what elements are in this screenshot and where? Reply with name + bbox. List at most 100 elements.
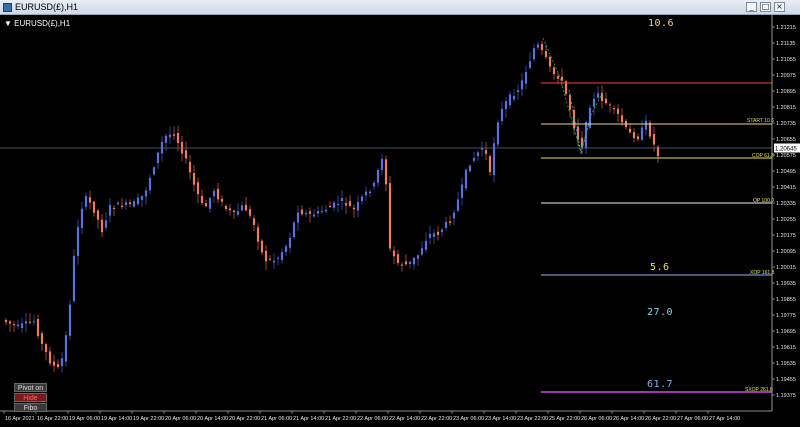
candle-body	[612, 108, 616, 110]
candle-body	[148, 177, 152, 191]
candle-body	[352, 207, 356, 210]
candle-body	[204, 203, 208, 207]
candle-body	[12, 324, 16, 326]
candle-body	[124, 202, 128, 205]
candlestick-series	[4, 40, 660, 373]
candle-body	[640, 127, 644, 140]
price-axis-label: 1.20175	[776, 233, 796, 239]
mid-value: 27.0	[647, 307, 674, 318]
candle-body	[320, 211, 324, 213]
candle-body	[448, 221, 452, 223]
candle-body	[232, 210, 236, 213]
sxop-level-label: SXOP 261.8	[745, 387, 773, 393]
candle-body	[408, 261, 412, 264]
time-axis-label: 27 Apr 06:00	[677, 416, 708, 422]
price-axis-label: 1.20895	[776, 89, 796, 95]
time-axis-label: 20 Apr 06:00	[165, 416, 196, 422]
window-title: EURUSD(£),H1	[15, 2, 79, 12]
price-axis-label: 1.20015	[776, 265, 796, 271]
candle-body	[512, 95, 516, 100]
fib-top-value: 10.6	[648, 18, 675, 29]
time-axis-label: 16 Apr 2021	[5, 416, 35, 422]
candle-body	[116, 202, 120, 205]
price-axis-label: 1.21055	[776, 57, 796, 63]
fibo-button[interactable]: Fibo	[14, 403, 47, 412]
candle-body	[288, 237, 292, 248]
price-axis-label: 1.20335	[776, 201, 796, 207]
candle-body	[400, 264, 404, 266]
candle-body	[348, 201, 352, 206]
candle-body	[488, 156, 492, 173]
candle-body	[272, 260, 276, 263]
hide-button[interactable]: Hide	[14, 393, 47, 402]
maximize-button[interactable]: □	[760, 2, 771, 12]
candle-body	[268, 258, 272, 260]
time-axis-label: 22 Apr 06:00	[357, 416, 388, 422]
candle-body	[128, 202, 132, 205]
candle-body	[296, 212, 300, 223]
candle-body	[216, 188, 220, 200]
candle-body	[616, 108, 620, 114]
candle-body	[464, 169, 468, 189]
candle-body	[460, 184, 464, 198]
candle-body	[452, 212, 456, 219]
candle-body	[144, 190, 148, 197]
candle-body	[364, 191, 368, 196]
minimize-button[interactable]: _	[746, 2, 757, 12]
candle-body	[540, 43, 544, 51]
candle-body	[644, 120, 648, 130]
chart-title-bar[interactable]: EURUSD(£),H1 _ □ ×	[0, 0, 800, 15]
candle-body	[356, 201, 360, 211]
candle-body	[428, 233, 432, 238]
candle-body	[560, 76, 564, 81]
time-axis-label: 19 Apr 14:00	[101, 416, 132, 422]
candle-body	[60, 358, 64, 367]
candle-body	[152, 167, 156, 175]
candle-body	[264, 250, 268, 262]
candle-body	[20, 323, 24, 329]
chart-canvas[interactable]: 1.21215 1.21135 1.21055 1.20975 1.20895 1.208…	[0, 15, 800, 427]
candle-body	[556, 76, 560, 79]
price-axis-label: 1.20735	[776, 121, 796, 127]
candle-body	[412, 257, 416, 265]
time-axis-label: 20 Apr 22:00	[229, 416, 260, 422]
candle-body	[388, 183, 392, 249]
candle-body	[324, 209, 328, 212]
candle-body	[608, 104, 612, 106]
candle-body	[496, 122, 500, 145]
candle-body	[220, 198, 224, 202]
candle-body	[432, 233, 436, 237]
candle-body	[212, 190, 216, 197]
time-axis-label: 21 Apr 22:00	[325, 416, 356, 422]
price-chart[interactable]: 1.21215 1.21135 1.21055 1.20975 1.20895 1.208…	[0, 15, 800, 427]
candle-body	[416, 255, 420, 259]
pivot-toggle-button[interactable]: Pivot on	[14, 383, 47, 392]
candle-body	[344, 203, 348, 206]
candle-body	[56, 364, 60, 368]
price-axis-label: 1.20975	[776, 73, 796, 79]
candle-body	[156, 152, 160, 164]
start-level-label: START 10.6	[747, 118, 774, 124]
candle-body	[332, 202, 336, 208]
candle-body	[72, 255, 76, 302]
candle-body	[16, 324, 20, 327]
candle-body	[536, 44, 540, 48]
time-axis-label: 16 Apr 22:00	[37, 416, 68, 422]
time-axis-label: 23 Apr 22:00	[517, 416, 548, 422]
candle-body	[308, 211, 312, 214]
candle-body	[28, 321, 32, 323]
candle-body	[444, 221, 448, 228]
candle-body	[48, 351, 52, 364]
candle-body	[252, 218, 256, 225]
candle-body	[544, 51, 548, 58]
price-axis-label: 1.20255	[776, 217, 796, 223]
candle-body	[76, 227, 80, 257]
candle-body	[424, 240, 428, 250]
time-axis-label: 23 Apr 14:00	[485, 416, 516, 422]
time-axis-label: 23 Apr 06:00	[453, 416, 484, 422]
candle-body	[392, 250, 396, 257]
close-button[interactable]: ×	[774, 2, 785, 12]
price-axis-label: 1.20815	[776, 105, 796, 111]
price-axis-label: 1.19375	[776, 393, 796, 399]
op-level-label: OP 100.0	[753, 198, 775, 204]
